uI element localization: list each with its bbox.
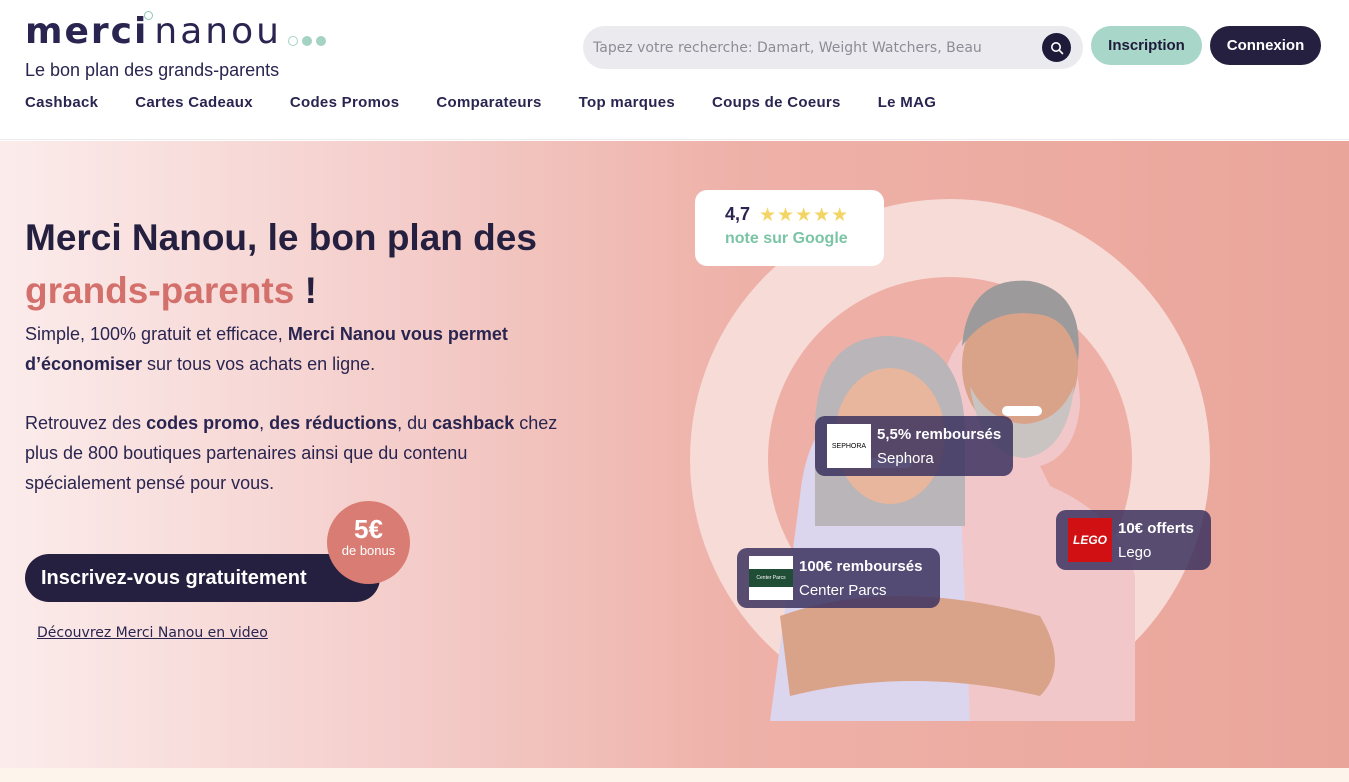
hero-p1-end: sur tous vos achats en ligne.	[142, 354, 376, 374]
bonus-amount: 5€	[354, 514, 383, 544]
offer-amount: 100€ remboursés	[799, 558, 923, 575]
nav-item-promo-codes[interactable]: Codes Promos	[290, 94, 399, 111]
hero-title: Merci Nanou, le bon plan des grands-pare…	[25, 211, 585, 317]
offer-card-sephora[interactable]: SEPHORA 5,5% remboursés Sephora	[815, 416, 1013, 476]
hero-section: Merci Nanou, le bon plan des grands-pare…	[0, 141, 1349, 768]
video-link[interactable]: Découvrez Merci Nanou en video	[37, 625, 268, 641]
nav-item-comparators[interactable]: Comparateurs	[436, 94, 541, 111]
site-header: merci nanou Le bon plan des grands-paren…	[0, 0, 1349, 140]
next-section-strip	[0, 768, 1349, 782]
bonus-label: de bonus	[341, 543, 396, 558]
hero-p2-bold-promo: codes promo	[146, 413, 260, 433]
hero-paragraph-1: Simple, 100% gratuit et efficace, Merci …	[25, 319, 565, 379]
sephora-logo-text: SEPHORA	[831, 442, 867, 450]
offer-card-lego[interactable]: LEGO 10€ offerts Lego	[1056, 510, 1211, 570]
bonus-badge: 5€ de bonus	[327, 501, 410, 584]
search-bar	[583, 26, 1083, 69]
star-rating-icon: ★★★★★	[759, 205, 850, 226]
hero-title-end: !	[294, 270, 317, 311]
offer-brand: Sephora	[877, 450, 934, 467]
center-parcs-logo-text: Center Parcs	[749, 569, 793, 587]
offer-amount: 5,5% remboursés	[877, 426, 1002, 443]
offer-brand: Center Parcs	[799, 582, 887, 599]
nav-item-mag[interactable]: Le MAG	[878, 94, 936, 111]
hero-p2-text-c: ,	[259, 413, 270, 433]
offer-amount: 10€ offerts	[1118, 520, 1194, 537]
nav-item-favorites[interactable]: Coups de Coeurs	[712, 94, 841, 111]
rating-score: 4,7	[725, 204, 751, 224]
rating-label: note sur Google	[725, 230, 848, 247]
hero-p2-bold-cashback: cashback	[432, 413, 515, 433]
search-icon	[1050, 41, 1063, 54]
hero-p2-text-a: Retrouvez des	[25, 413, 147, 433]
hero-p1-text: Simple, 100% gratuit et efficace,	[25, 324, 288, 344]
search-input[interactable]	[593, 26, 1023, 69]
logo-merci-text: merci	[25, 11, 149, 52]
hero-title-line1: Merci Nanou, le bon plan des	[25, 217, 537, 258]
center-parcs-logo: Center Parcs	[749, 556, 793, 600]
google-rating-card: 4,7 ★★★★★ note sur Google	[695, 190, 884, 266]
offer-card-center-parcs[interactable]: Center Parcs 100€ remboursés Center Parc…	[737, 548, 940, 608]
signup-button[interactable]: Inscription	[1091, 26, 1202, 65]
signup-cta-button[interactable]: Inscrivez-vous gratuitement	[25, 554, 380, 602]
search-button[interactable]	[1042, 33, 1071, 62]
lego-logo: LEGO	[1068, 518, 1112, 562]
login-button[interactable]: Connexion	[1210, 26, 1321, 65]
offer-brand: Lego	[1118, 544, 1152, 561]
nav-item-gift-cards[interactable]: Cartes Cadeaux	[135, 94, 253, 111]
logo-dots-icon	[287, 36, 326, 46]
nav-item-cashback[interactable]: Cashback	[25, 94, 98, 111]
lego-logo-text: LEGO	[1072, 533, 1107, 547]
logo-nanou-text: nanou	[154, 11, 282, 52]
logo-dot-icon	[144, 11, 153, 20]
sephora-logo: SEPHORA	[827, 424, 871, 468]
tagline: Le bon plan des grands-parents	[25, 60, 280, 80]
nav-item-top-brands[interactable]: Top marques	[579, 94, 675, 111]
hero-title-accent: grands-parents	[25, 270, 295, 311]
main-nav: Cashback Cartes Cadeaux Codes Promos Com…	[25, 94, 936, 111]
hero-p2-bold-discounts: des réductions	[269, 413, 398, 433]
hero-p2-text-e: , du	[397, 413, 433, 433]
hero-paragraph-2: Retrouvez des codes promo, des réduction…	[25, 408, 565, 498]
logo[interactable]: merci nanou	[25, 10, 326, 52]
